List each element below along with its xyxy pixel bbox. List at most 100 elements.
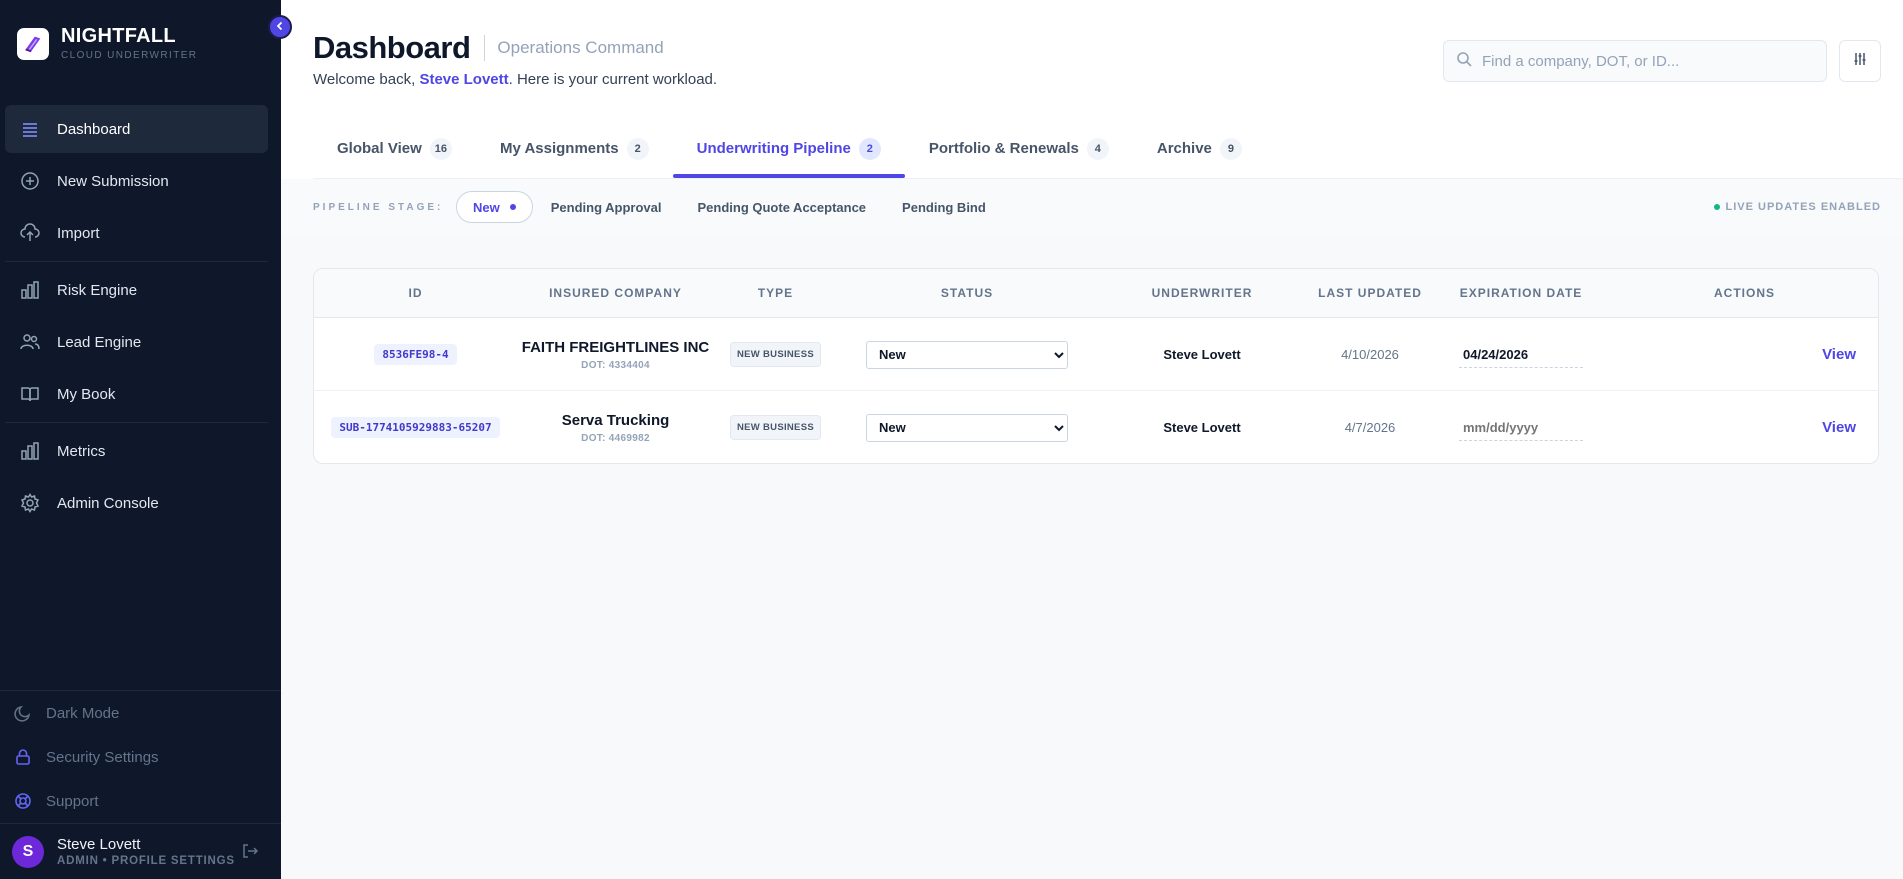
sidebar-item-import[interactable]: Import (5, 209, 268, 257)
sidebar-item-label: Risk Engine (57, 281, 138, 299)
page-title: Dashboard (313, 30, 471, 65)
sidebar-item-label: Metrics (57, 442, 106, 460)
view-link[interactable]: View (1822, 419, 1856, 436)
type-badge: NEW BUSINESS (730, 415, 821, 440)
collapse-sidebar-button[interactable] (268, 15, 292, 39)
lifebuoy-icon (13, 791, 33, 811)
column-header-status[interactable]: STATUS (837, 286, 1097, 300)
tab-label: Archive (1156, 140, 1212, 157)
bar-chart-icon (19, 279, 41, 301)
column-header-type[interactable]: TYPE (714, 286, 837, 300)
sidebar-item-label: Dashboard (57, 120, 131, 138)
tab-bar: Global View 16 My Assignments 2 Underwriti… (313, 128, 1266, 178)
welcome-prefix: Welcome back, (313, 71, 420, 88)
user-profile[interactable]: S Steve Lovett ADMIN • PROFILE SETTINGS (0, 823, 281, 879)
sidebar-item-dashboard[interactable]: Dashboard (5, 105, 268, 153)
status-select[interactable]: New (866, 413, 1068, 442)
main-content: Dashboard Operations Command Welcome bac… (281, 0, 1903, 879)
expiration-date-input[interactable] (1459, 341, 1583, 368)
stage-pill-new[interactable]: New (456, 191, 533, 223)
last-updated: 4/10/2026 (1341, 347, 1399, 362)
underwriter-name: Steve Lovett (1163, 420, 1241, 435)
sidebar-item-metrics[interactable]: Metrics (5, 427, 268, 475)
tab-underwriting-pipeline[interactable]: Underwriting Pipeline 2 (672, 128, 906, 178)
filter-button[interactable] (1839, 40, 1881, 82)
pipeline-stage-label: PIPELINE STAGE: (313, 202, 444, 213)
book-open-icon (19, 383, 41, 405)
dark-mode-label: Dark Mode (46, 704, 120, 722)
tab-count-badge: 16 (429, 138, 452, 160)
live-updates-indicator: LIVE UPDATES ENABLED (1713, 201, 1881, 213)
sidebar: NIGHTFALL CLOUD UNDERWRITER Dashboard Ne… (0, 0, 281, 879)
column-header-id[interactable]: ID (314, 286, 517, 300)
expiration-date-input[interactable] (1459, 414, 1583, 441)
submission-id[interactable]: SUB-1774105929883-65207 (331, 417, 500, 438)
stage-pill-pending-quote-acceptance[interactable]: Pending Quote Acceptance (679, 191, 884, 223)
nav-divider (5, 422, 268, 423)
users-icon (19, 331, 41, 353)
table-row[interactable]: 8536FE98-4 FAITH FREIGHTLINES INC DOT: 4… (314, 318, 1878, 391)
table-header: ID INSURED COMPANY TYPE STATUS UNDERWRIT… (314, 269, 1878, 318)
column-header-company[interactable]: INSURED COMPANY (517, 286, 714, 300)
sidebar-item-my-book[interactable]: My Book (5, 370, 268, 418)
gear-icon (19, 492, 41, 514)
sliders-icon (1852, 51, 1868, 72)
security-settings-link[interactable]: Security Settings (0, 735, 281, 779)
support-link[interactable]: Support (0, 779, 281, 823)
tab-label: Underwriting Pipeline (696, 140, 851, 157)
status-select[interactable]: New (866, 340, 1068, 369)
submissions-table: ID INSURED COMPANY TYPE STATUS UNDERWRIT… (313, 268, 1879, 464)
brand[interactable]: NIGHTFALL CLOUD UNDERWRITER (17, 26, 197, 61)
sidebar-item-label: Import (57, 224, 100, 242)
sidebar-footer: Dark Mode Security Settings Support (0, 690, 281, 823)
dark-mode-toggle[interactable]: Dark Mode (0, 691, 281, 735)
live-updates-label: LIVE UPDATES ENABLED (1725, 201, 1881, 213)
brand-subtitle: CLOUD UNDERWRITER (61, 50, 198, 61)
avatar: S (12, 835, 44, 868)
tab-label: Portfolio & Renewals (928, 140, 1079, 157)
tab-archive[interactable]: Archive 9 (1133, 128, 1266, 178)
insured-company-name: Serva Trucking (561, 411, 670, 429)
brand-logo-icon (17, 27, 49, 60)
sidebar-item-admin-console[interactable]: Admin Console (5, 479, 268, 527)
underwriter-name: Steve Lovett (1163, 347, 1241, 362)
view-link[interactable]: View (1822, 346, 1856, 363)
column-header-last-updated[interactable]: LAST UPDATED (1307, 286, 1433, 300)
sidebar-item-new-submission[interactable]: New Submission (5, 157, 268, 205)
tab-count-badge: 2 (858, 138, 881, 160)
dot-number: DOT: 4334404 (581, 359, 650, 371)
upload-cloud-icon (19, 222, 41, 244)
stage-pill-pending-approval[interactable]: Pending Approval (533, 191, 680, 223)
tab-count-badge: 2 (626, 138, 649, 160)
welcome-user-name: Steve Lovett (419, 71, 509, 88)
column-header-actions: ACTIONS (1714, 286, 1775, 300)
page-header: Dashboard Operations Command Welcome bac… (281, 0, 1903, 235)
nav-divider (5, 261, 268, 262)
support-label: Support (46, 792, 99, 810)
active-dot-icon (509, 204, 516, 210)
sidebar-item-label: My Book (57, 385, 116, 403)
tab-count-badge: 4 (1086, 138, 1109, 160)
tab-my-assignments[interactable]: My Assignments 2 (476, 128, 673, 178)
search-input[interactable] (1482, 52, 1812, 70)
column-header-underwriter[interactable]: UNDERWRITER (1097, 286, 1307, 300)
submission-id[interactable]: 8536FE98-4 (374, 344, 457, 365)
column-header-expiration-date[interactable]: EXPIRATION DATE (1433, 286, 1609, 300)
page-subtitle: Operations Command (497, 38, 664, 57)
table-row[interactable]: SUB-1774105929883-65207 Serva Trucking D… (314, 391, 1878, 463)
search-icon (1456, 51, 1472, 72)
sidebar-item-risk-engine[interactable]: Risk Engine (5, 266, 268, 314)
tab-portfolio-renewals[interactable]: Portfolio & Renewals 4 (905, 128, 1133, 178)
chevron-left-icon (275, 18, 285, 36)
security-settings-label: Security Settings (46, 748, 159, 766)
last-updated: 4/7/2026 (1344, 420, 1396, 435)
search-box (1443, 40, 1827, 82)
stage-pill-pending-bind[interactable]: Pending Bind (884, 191, 1004, 223)
stage-pill-label: Pending Bind (902, 199, 986, 215)
tab-global-view[interactable]: Global View 16 (313, 128, 476, 178)
plus-circle-icon (19, 170, 41, 192)
logout-icon[interactable] (241, 842, 261, 862)
welcome-message: Welcome back, Steve Lovett. Here is your… (313, 71, 717, 88)
sidebar-nav: Dashboard New Submission Import Risk Eng… (5, 105, 268, 531)
sidebar-item-lead-engine[interactable]: Lead Engine (5, 318, 268, 366)
